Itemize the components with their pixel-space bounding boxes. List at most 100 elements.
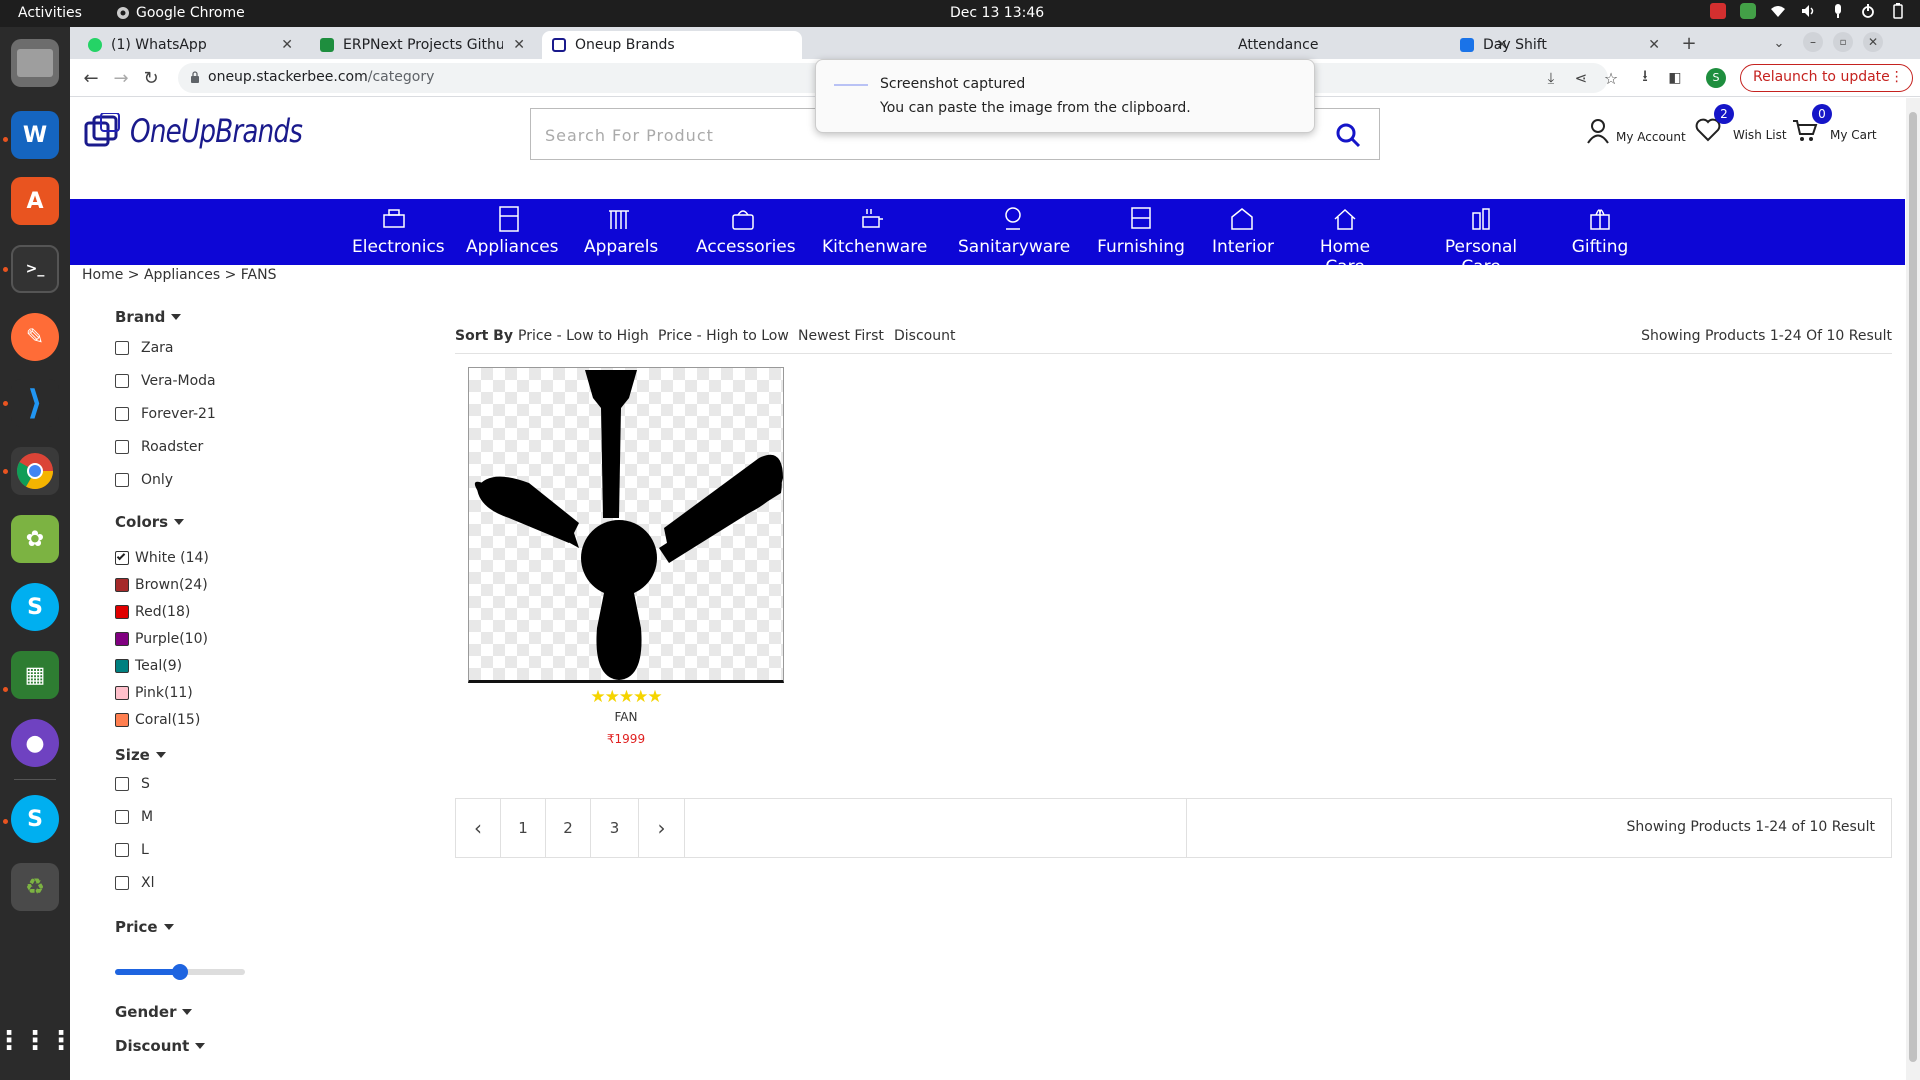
new-tab-button[interactable]: + (1676, 30, 1702, 56)
wifi-icon[interactable] (1770, 3, 1786, 19)
product-card[interactable]: ★★★★★ FAN ₹1999 (468, 367, 784, 746)
shield-icon[interactable] (1740, 3, 1756, 19)
category-sanitaryware[interactable]: Sanitaryware (958, 205, 1070, 257)
price-slider[interactable] (115, 964, 245, 980)
category-kitchenware[interactable]: Kitchenware (822, 205, 927, 257)
tab-search-chevron-icon[interactable]: ⌄ (1766, 30, 1792, 56)
page-scrollbar[interactable] (1906, 98, 1920, 1080)
lock-icon[interactable] (190, 71, 200, 83)
color-option-pink[interactable]: Pink(11) (115, 685, 193, 701)
side-panel-icon[interactable]: ◧ (1662, 65, 1688, 91)
brand-checkbox-zara[interactable]: Zara (115, 340, 174, 356)
price-slider-thumb[interactable] (172, 964, 188, 980)
tab-whatsapp[interactable]: (1) WhatsApp ✕ (78, 31, 303, 59)
page-2-button[interactable]: 2 (546, 799, 591, 857)
brand-checkbox-roadster[interactable]: Roadster (115, 439, 203, 455)
site-logo[interactable]: OneUpBrands (84, 112, 340, 150)
color-option-teal[interactable]: Teal(9) (115, 658, 182, 674)
skype-icon[interactable]: S (11, 583, 59, 631)
page-3-button[interactable]: 3 (591, 799, 639, 857)
category-apparels[interactable]: Apparels (584, 205, 658, 257)
chrome-app-icon[interactable] (11, 447, 59, 495)
color-option-coral[interactable]: Coral(15) (115, 712, 200, 728)
tab-oneup-brands[interactable]: Oneup Brands (542, 31, 802, 59)
vscode-icon[interactable]: ⟩ (11, 379, 59, 427)
color-option-purple[interactable]: Purple(10) (115, 631, 208, 647)
system-tray[interactable] (1710, 3, 1906, 19)
download-icon[interactable]: ⭳ (1632, 65, 1658, 91)
brand-filter-heading[interactable]: Brand (115, 308, 182, 326)
minimize-button[interactable]: – (1803, 32, 1823, 52)
show-apps-icon[interactable]: ⋮⋮⋮ (0, 1017, 74, 1065)
tab-day-shift[interactable]: Day Shift ✕ (1450, 31, 1670, 59)
category-gifting[interactable]: Gifting (1570, 205, 1630, 257)
app-menu[interactable]: Google Chrome (116, 5, 245, 21)
postman-icon[interactable]: ✎ (11, 313, 59, 361)
page-1-button[interactable]: 1 (501, 799, 546, 857)
color-option-white[interactable]: White (14) (115, 550, 209, 566)
category-furnishing[interactable]: Furnishing (1096, 205, 1186, 257)
breadcrumb[interactable]: Home > Appliances > FANS (82, 267, 277, 283)
category-home-care[interactable]: Home Care (1300, 205, 1390, 277)
bookmark-star-icon[interactable]: ☆ (1598, 65, 1624, 91)
close-icon[interactable]: ✕ (1648, 37, 1660, 53)
size-checkbox-m[interactable]: M (115, 809, 153, 825)
scrollbar-thumb[interactable] (1909, 112, 1917, 1062)
relaunch-button[interactable]: Relaunch to update ⋮ (1740, 64, 1913, 92)
close-window-button[interactable]: ✕ (1863, 32, 1883, 52)
sort-price-low-high[interactable]: Price - Low to High (518, 328, 649, 344)
activities-button[interactable]: Activities (18, 5, 82, 21)
product-image[interactable] (468, 367, 784, 683)
power-icon[interactable] (1860, 3, 1876, 19)
github-icon[interactable]: ● (11, 719, 59, 767)
product-name[interactable]: FAN (468, 710, 784, 724)
search-icon[interactable] (1335, 122, 1361, 148)
trash-icon[interactable]: ♻ (11, 863, 59, 911)
clock[interactable]: Dec 13 13:46 (950, 5, 1044, 21)
color-option-red[interactable]: Red(18) (115, 604, 190, 620)
skype-icon-2[interactable]: S (11, 795, 59, 843)
my-account-link[interactable]: My Account (1586, 118, 1686, 144)
close-icon[interactable]: ✕ (513, 37, 525, 53)
color-option-brown[interactable]: Brown(24) (115, 577, 208, 593)
software-store-icon[interactable]: A (11, 177, 59, 225)
forward-button[interactable]: → (108, 65, 134, 91)
tab-erpnext[interactable]: ERPNext Projects Githu ✕ (310, 31, 535, 59)
reload-button[interactable]: ↻ (138, 65, 164, 91)
category-appliances[interactable]: Appliances (466, 205, 559, 257)
close-icon[interactable]: ✕ (281, 37, 293, 53)
screenshot-notification[interactable]: Screenshot captured You can paste the im… (815, 59, 1315, 133)
volume-icon[interactable] (1800, 3, 1816, 19)
colors-filter-heading[interactable]: Colors (115, 513, 185, 531)
gender-filter-heading[interactable]: Gender (115, 1003, 193, 1021)
category-accessories[interactable]: Accessories (696, 205, 796, 257)
screen-record-icon[interactable] (1710, 3, 1726, 19)
brand-checkbox-forever-21[interactable]: Forever-21 (115, 406, 216, 422)
brand-checkbox-vera-moda[interactable]: Vera-Moda (115, 373, 216, 389)
back-button[interactable]: ← (78, 65, 104, 91)
price-filter-heading[interactable]: Price (115, 918, 174, 936)
battery-icon[interactable] (1890, 3, 1906, 19)
maximize-button[interactable]: ▫ (1833, 32, 1853, 52)
brand-checkbox-only[interactable]: Only (115, 472, 173, 488)
category-electronics[interactable]: Electronics (352, 205, 445, 257)
writer-app-icon[interactable]: W (11, 111, 59, 159)
discount-filter-heading[interactable]: Discount (115, 1037, 206, 1055)
prev-page-button[interactable]: ‹ (456, 799, 501, 857)
sort-price-high-low[interactable]: Price - High to Low (658, 328, 789, 344)
terminal-icon[interactable]: >_ (11, 245, 59, 293)
image-editor-icon[interactable]: ✿ (11, 515, 59, 563)
cart-link[interactable]: My Cart (1792, 118, 1877, 142)
sort-discount[interactable]: Discount (894, 328, 955, 344)
install-icon[interactable]: ⤓ (1538, 65, 1564, 91)
sort-newest-first[interactable]: Newest First (798, 328, 884, 344)
category-interior[interactable]: Interior (1212, 205, 1274, 257)
files-app-icon[interactable] (11, 39, 59, 87)
size-checkbox-s[interactable]: S (115, 776, 150, 792)
microphone-icon[interactable] (1830, 3, 1846, 19)
profile-avatar[interactable]: S (1706, 68, 1726, 88)
wishlist-link[interactable]: Wish List (1695, 118, 1787, 142)
share-icon[interactable]: ⋖ (1568, 65, 1594, 91)
category-personal-care[interactable]: Personal Care (1426, 205, 1536, 277)
spreadsheet-icon[interactable]: ▦ (11, 651, 59, 699)
